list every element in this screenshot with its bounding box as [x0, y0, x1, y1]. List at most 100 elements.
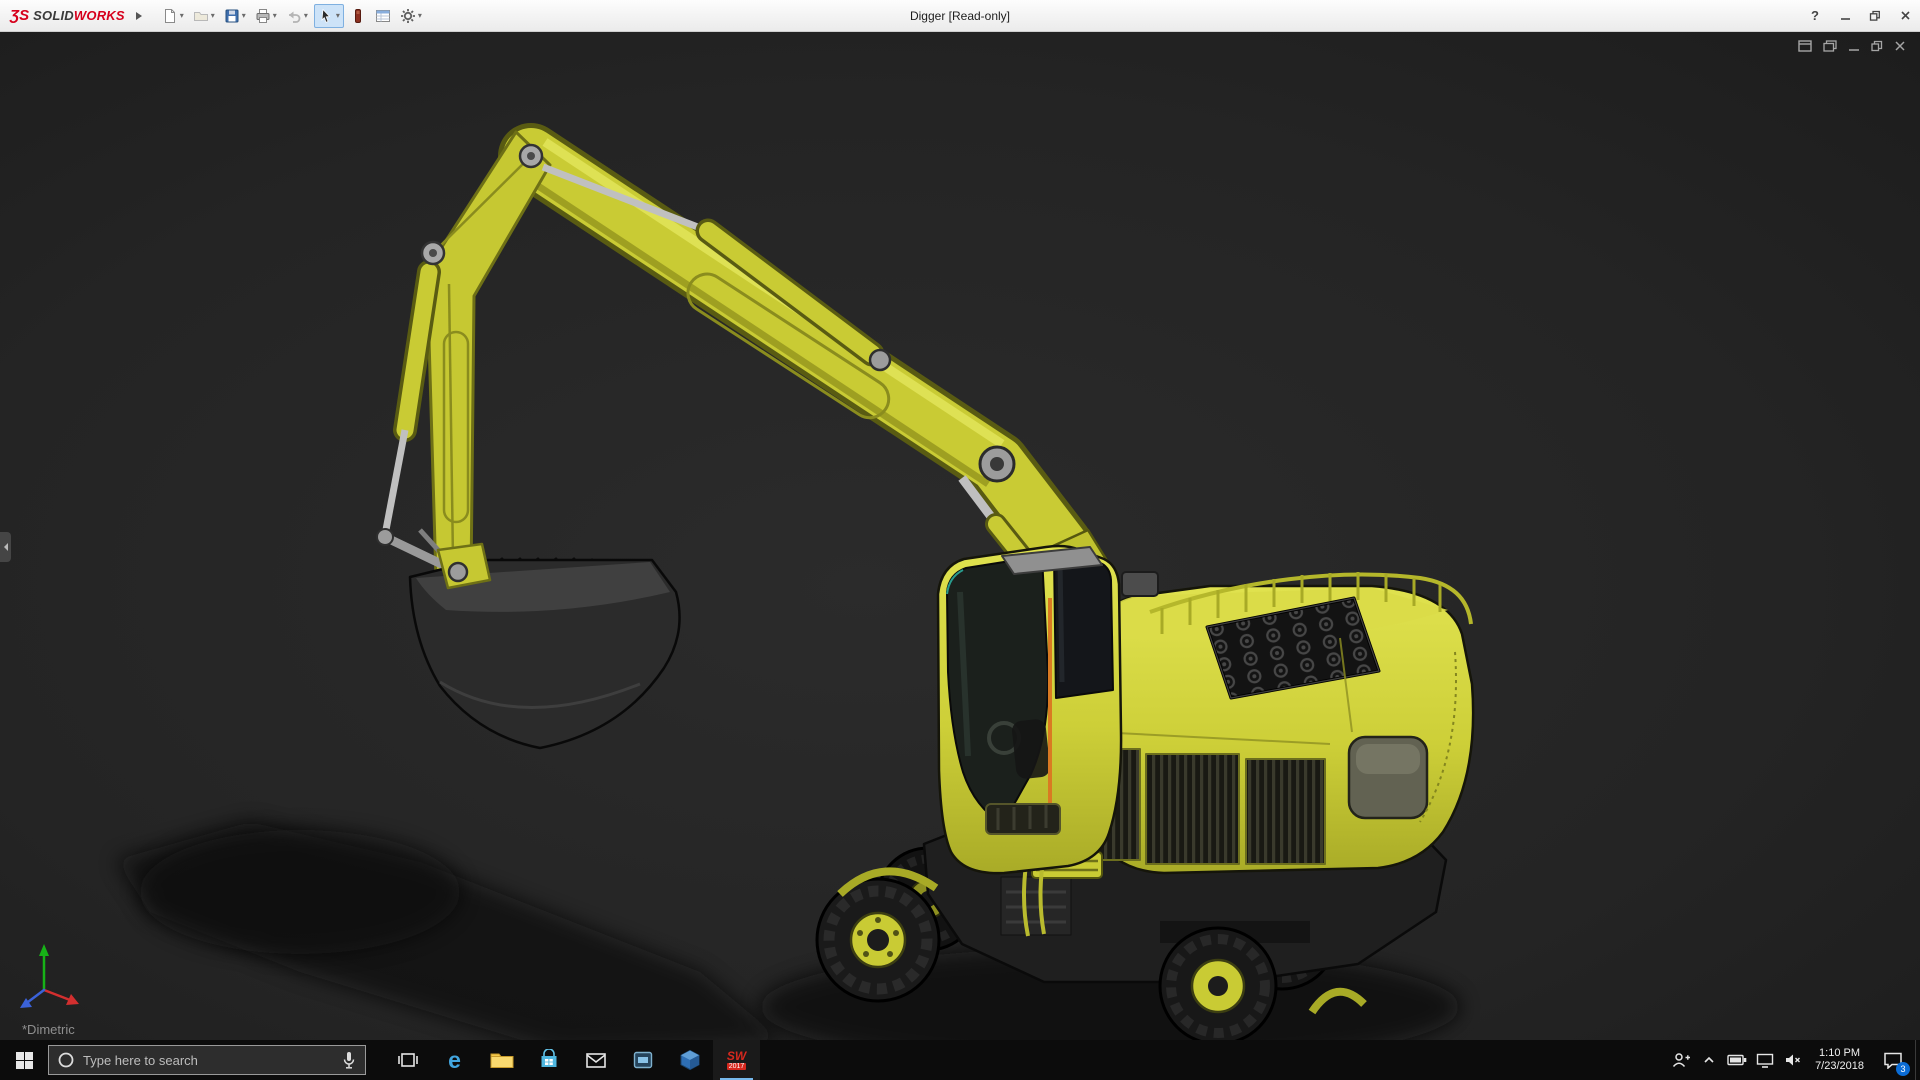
- view-orientation-label: *Dimetric: [22, 1022, 75, 1037]
- dropdown-caret-icon[interactable]: ▾: [211, 11, 215, 20]
- open-document-button[interactable]: ▾: [190, 4, 218, 28]
- open-folder-icon: [193, 8, 209, 24]
- seat: [1011, 718, 1051, 779]
- battery-button[interactable]: [1724, 1040, 1750, 1080]
- options-button[interactable]: ▾: [397, 4, 425, 28]
- action-center-button[interactable]: 3: [1873, 1040, 1913, 1080]
- report-button[interactable]: [372, 4, 394, 28]
- minimize-button[interactable]: [1830, 0, 1860, 31]
- document-title: Digger [Read-only]: [910, 9, 1010, 23]
- tile-windows-icon[interactable]: [1798, 40, 1812, 52]
- mail-button[interactable]: [572, 1040, 619, 1080]
- network-icon: [1756, 1053, 1774, 1068]
- people-icon: [1671, 1051, 1691, 1069]
- app-window-icon: [632, 1049, 654, 1071]
- close-icon: [1900, 10, 1911, 21]
- dropdown-caret-icon[interactable]: ▾: [336, 11, 340, 20]
- instant-tool-icon: [350, 8, 366, 24]
- doc-restore-icon[interactable]: [1871, 40, 1883, 52]
- dropdown-caret-icon[interactable]: ▾: [180, 11, 184, 20]
- doc-close-icon[interactable]: [1894, 40, 1906, 52]
- print-icon: [255, 8, 271, 24]
- dropdown-caret-icon[interactable]: ▾: [242, 11, 246, 20]
- brand-text: SOLIDWORKS: [33, 8, 125, 23]
- deck-box: [1122, 572, 1158, 596]
- undo-icon: [286, 8, 302, 24]
- restore-icon: [1869, 10, 1881, 22]
- brand-works: WORKS: [74, 8, 125, 23]
- new-document-button[interactable]: ▾: [159, 4, 187, 28]
- microphone-icon[interactable]: [341, 1051, 357, 1070]
- task-view-icon: [397, 1049, 419, 1071]
- save-button[interactable]: ▾: [221, 4, 249, 28]
- clock-date: 7/23/2018: [1815, 1060, 1864, 1073]
- help-button[interactable]: ?: [1800, 0, 1830, 31]
- restore-button[interactable]: [1860, 0, 1890, 31]
- brand-solid: SOLID: [33, 8, 74, 23]
- doc-minimize-icon[interactable]: [1848, 40, 1860, 52]
- print-button[interactable]: ▾: [252, 4, 280, 28]
- volume-button[interactable]: [1780, 1040, 1806, 1080]
- chevron-left-icon: [3, 542, 9, 552]
- chevron-up-icon: [1701, 1052, 1717, 1068]
- graphics-viewport[interactable]: *Dimetric: [0, 32, 1920, 1040]
- desktop-screen: ƷS SOLIDWORKS ▾ ▾ ▾ ▾ ▾ ▾: [0, 0, 1920, 1080]
- cortana-icon: [57, 1051, 75, 1069]
- clock-time: 1:10 PM: [1815, 1047, 1864, 1060]
- edge-icon: e: [448, 1049, 461, 1072]
- select-tool-button[interactable]: ▾: [314, 4, 344, 28]
- mail-icon: [585, 1051, 607, 1069]
- quick-access-toolbar: ▾ ▾ ▾ ▾ ▾ ▾ ▾: [159, 4, 425, 28]
- instant-tool-button[interactable]: [347, 4, 369, 28]
- dropdown-caret-icon[interactable]: ▾: [273, 11, 277, 20]
- titlebar: ƷS SOLIDWORKS ▾ ▾ ▾ ▾ ▾ ▾: [0, 0, 1920, 32]
- toolbar-flyout-arrow[interactable]: [135, 11, 143, 21]
- solidworks-2017-button[interactable]: SW 2017: [713, 1040, 760, 1080]
- play-arrow-icon: [135, 11, 143, 21]
- people-button[interactable]: [1668, 1040, 1694, 1080]
- dropdown-caret-icon[interactable]: ▾: [304, 11, 308, 20]
- show-desktop-button[interactable]: [1915, 1040, 1920, 1080]
- taskbar-clock[interactable]: 1:10 PM 7/23/2018: [1808, 1047, 1871, 1073]
- solidworks-logo: ƷS SOLIDWORKS: [10, 7, 125, 24]
- edge-button[interactable]: e: [431, 1040, 478, 1080]
- new-document-icon: [162, 8, 178, 24]
- cascade-windows-icon[interactable]: [1823, 40, 1837, 52]
- window-controls: ?: [1800, 0, 1920, 31]
- undo-button[interactable]: ▾: [283, 4, 311, 28]
- task-view-button[interactable]: [384, 1040, 431, 1080]
- speaker-icon: [1784, 1053, 1802, 1067]
- store-button[interactable]: [525, 1040, 572, 1080]
- edrawings-button[interactable]: [666, 1040, 713, 1080]
- app-window-button[interactable]: [619, 1040, 666, 1080]
- start-button[interactable]: [0, 1040, 48, 1080]
- windows-logo-icon: [16, 1052, 33, 1069]
- model-canvas[interactable]: [0, 32, 1920, 1040]
- hidden-icons-button[interactable]: [1696, 1040, 1722, 1080]
- 3ds-logo-mark: ƷS: [10, 7, 29, 24]
- taskbar: e SW 2017 1:10 PM 7/23/2018: [0, 1040, 1920, 1080]
- cab: [938, 546, 1121, 873]
- notification-badge: 3: [1896, 1062, 1910, 1076]
- wheel-front-right: [1160, 928, 1276, 1040]
- taskbar-apps: e SW 2017: [384, 1040, 760, 1080]
- minimize-icon: [1840, 10, 1851, 21]
- taskbar-search[interactable]: [48, 1045, 366, 1075]
- battery-icon: [1727, 1054, 1748, 1066]
- orientation-triad: [6, 930, 96, 1010]
- side-grille: [1146, 754, 1239, 864]
- solidworks-2017-icon: SW 2017: [727, 1050, 747, 1070]
- network-button[interactable]: [1752, 1040, 1778, 1080]
- gear-icon: [400, 8, 416, 24]
- panel-collapse-tab[interactable]: [0, 532, 11, 562]
- file-explorer-button[interactable]: [478, 1040, 525, 1080]
- close-button[interactable]: [1890, 0, 1920, 31]
- store-icon: [538, 1049, 560, 1071]
- wheel-front-left: [817, 879, 939, 1001]
- side-grille: [1246, 759, 1325, 864]
- search-input[interactable]: [83, 1053, 333, 1068]
- edrawings-cube-icon: [679, 1049, 701, 1071]
- dropdown-caret-icon[interactable]: ▾: [418, 11, 422, 20]
- document-window-controls: [1798, 40, 1906, 52]
- select-cursor-icon: [318, 8, 334, 24]
